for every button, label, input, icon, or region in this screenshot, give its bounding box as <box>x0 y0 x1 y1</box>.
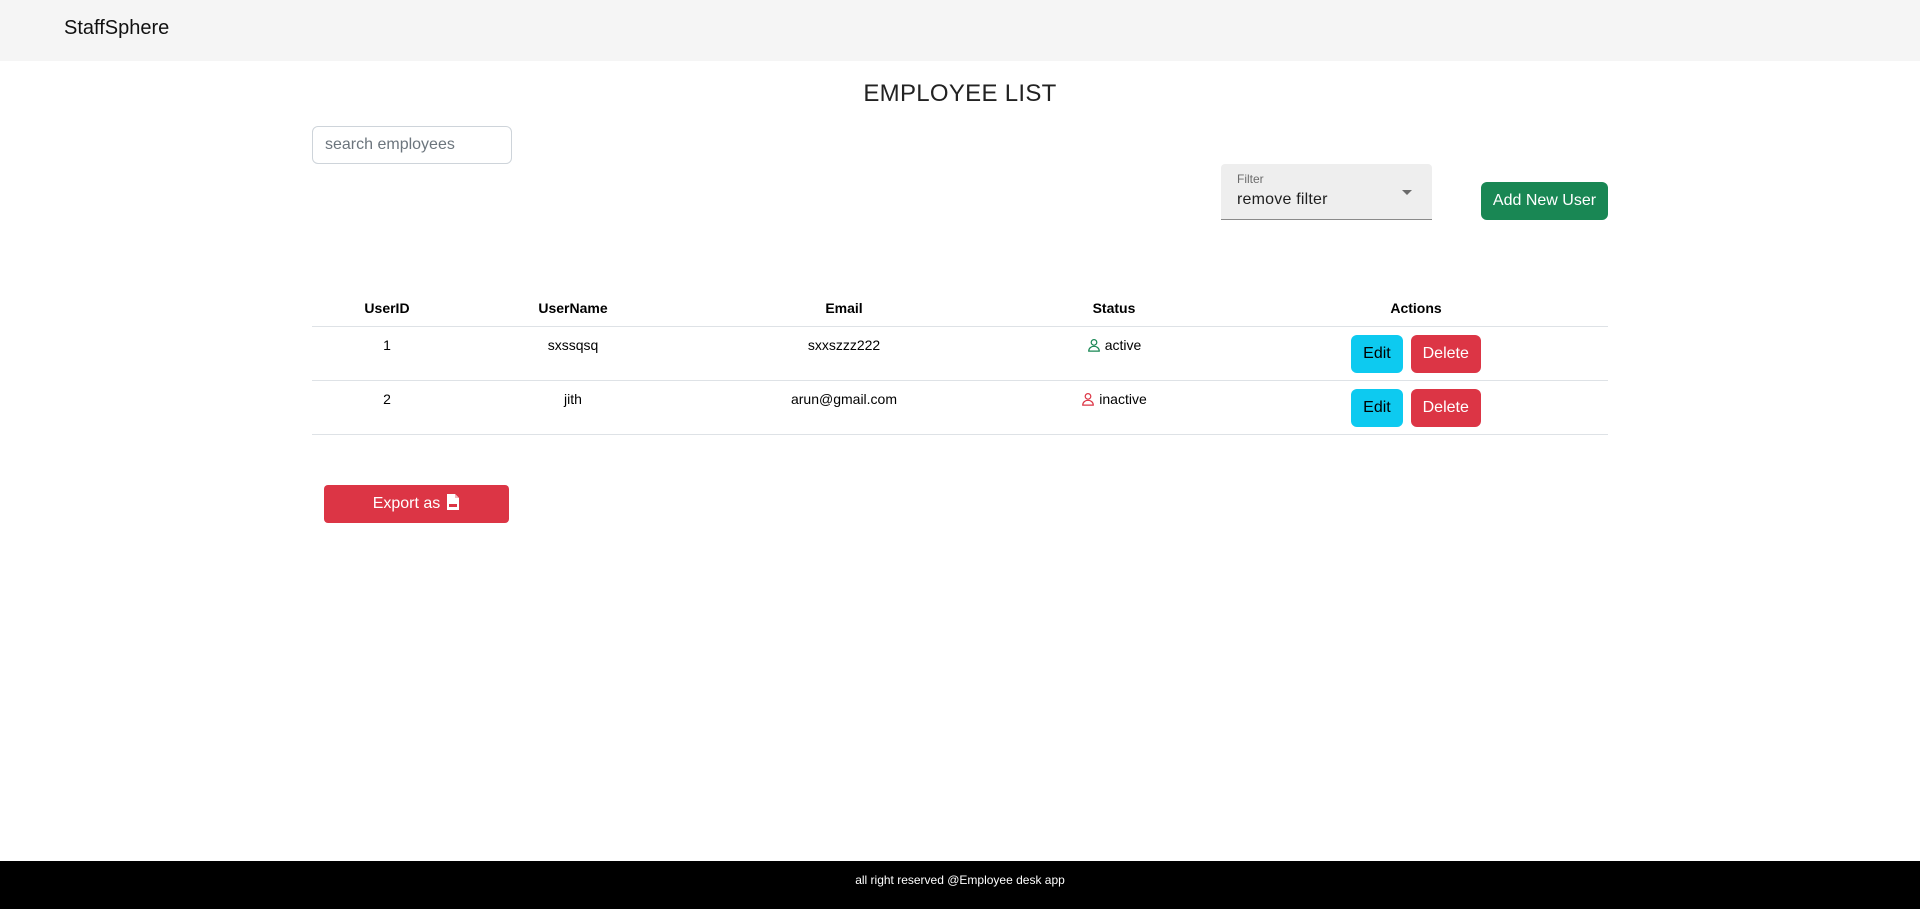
cell-userid: 1 <box>312 326 462 381</box>
filter-value: remove filter <box>1237 191 1328 208</box>
cell-status: active <box>1004 326 1224 381</box>
column-header-actions: Actions <box>1224 290 1608 327</box>
column-header-userid: UserID <box>312 290 462 327</box>
delete-button[interactable]: Delete <box>1410 389 1481 427</box>
brand-logo-text[interactable]: StaffSphere <box>64 17 169 40</box>
cell-userid: 2 <box>312 380 462 435</box>
user-icon <box>1081 392 1095 406</box>
status-indicator: inactive <box>1081 391 1147 407</box>
user-icon <box>1087 338 1101 352</box>
edit-button[interactable]: Edit <box>1351 389 1403 427</box>
add-new-user-button[interactable]: Add New User <box>1481 182 1608 220</box>
cell-actions: Edit Delete <box>1224 326 1608 381</box>
chevron-down-icon <box>1402 190 1412 195</box>
cell-email: arun@gmail.com <box>684 380 1004 435</box>
status-indicator: active <box>1087 337 1142 353</box>
table-row: 1 sxssqsq sxxszzz222 active Edit Delete <box>312 326 1608 381</box>
column-header-status: Status <box>1004 290 1224 327</box>
navbar: StaffSphere <box>0 0 1920 61</box>
cell-actions: Edit Delete <box>1224 380 1608 435</box>
footer: all right reserved @Employee desk app <box>0 861 1920 909</box>
column-header-email: Email <box>684 290 1004 327</box>
employee-table: UserID UserName Email Status Actions 1 s… <box>312 290 1608 435</box>
filter-label: Filter <box>1237 172 1264 186</box>
column-header-username: UserName <box>462 290 684 327</box>
pdf-file-icon <box>446 493 460 515</box>
export-label: Export as <box>372 495 441 512</box>
table-header-row: UserID UserName Email Status Actions <box>312 290 1608 327</box>
page-title: EMPLOYEE LIST <box>863 80 1057 107</box>
export-pdf-button[interactable]: Export as <box>324 485 509 523</box>
status-text: inactive <box>1099 391 1147 407</box>
table-row: 2 jith arun@gmail.com inactive Edit Dele… <box>312 380 1608 435</box>
filter-select[interactable]: Filter remove filter <box>1221 164 1432 220</box>
cell-username: sxssqsq <box>462 326 684 381</box>
search-input[interactable] <box>312 126 512 164</box>
cell-username: jith <box>462 380 684 435</box>
cell-status: inactive <box>1004 380 1224 435</box>
footer-text: all right reserved @Employee desk app <box>855 873 1065 887</box>
delete-button[interactable]: Delete <box>1410 335 1481 373</box>
cell-email: sxxszzz222 <box>684 326 1004 381</box>
status-text: active <box>1104 337 1142 353</box>
edit-button[interactable]: Edit <box>1351 335 1403 373</box>
